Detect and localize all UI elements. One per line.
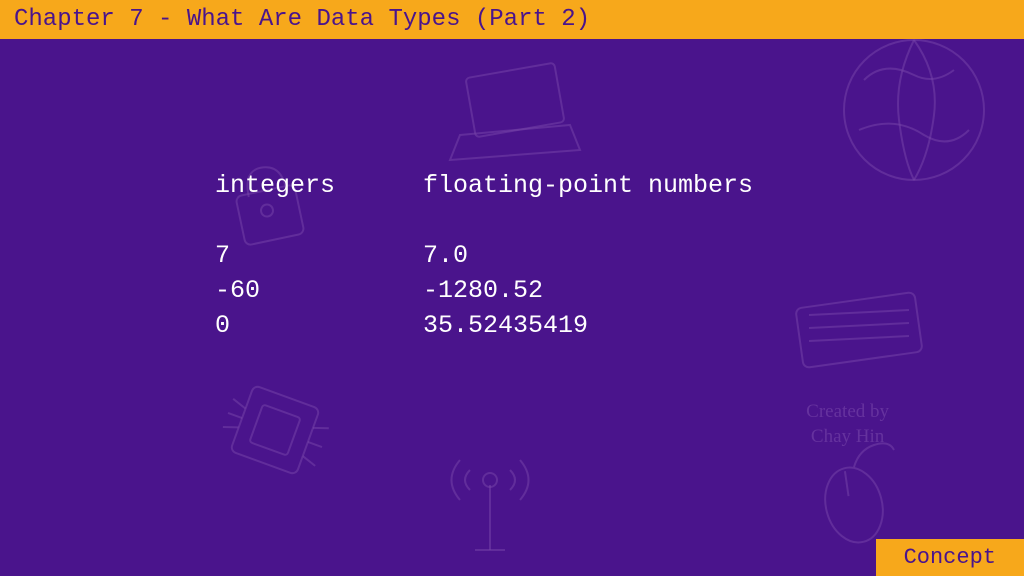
floats-header: floating-point numbers (423, 168, 753, 203)
float-value: 7.0 (423, 238, 753, 273)
credit-line: Created by (806, 400, 889, 425)
globe-icon (824, 20, 1004, 200)
float-value: -1280.52 (423, 273, 753, 308)
integer-value: 0 (215, 308, 423, 343)
author-credit: Created by Chay Hin (806, 400, 889, 449)
antenna-icon (425, 435, 555, 565)
laptop-icon (440, 55, 590, 175)
floats-column: floating-point numbers 7.0 -1280.52 35.5… (423, 168, 753, 343)
integers-column: integers 7 -60 0 (215, 168, 423, 343)
chapter-title: Chapter 7 - What Are Data Types (Part 2) (14, 6, 590, 33)
content-area: integers 7 -60 0 floating-point numbers … (215, 168, 753, 343)
slide-type-label: Concept (904, 545, 996, 570)
integer-value: 7 (215, 238, 423, 273)
credit-line: Chay Hin (806, 425, 889, 450)
integer-value: -60 (215, 273, 423, 308)
integers-header: integers (215, 168, 423, 203)
slide-type-tag: Concept (876, 539, 1024, 576)
mouse-icon (799, 435, 909, 555)
float-value: 35.52435419 (423, 308, 753, 343)
chip-icon (210, 365, 340, 495)
keyboard-icon (784, 280, 934, 380)
